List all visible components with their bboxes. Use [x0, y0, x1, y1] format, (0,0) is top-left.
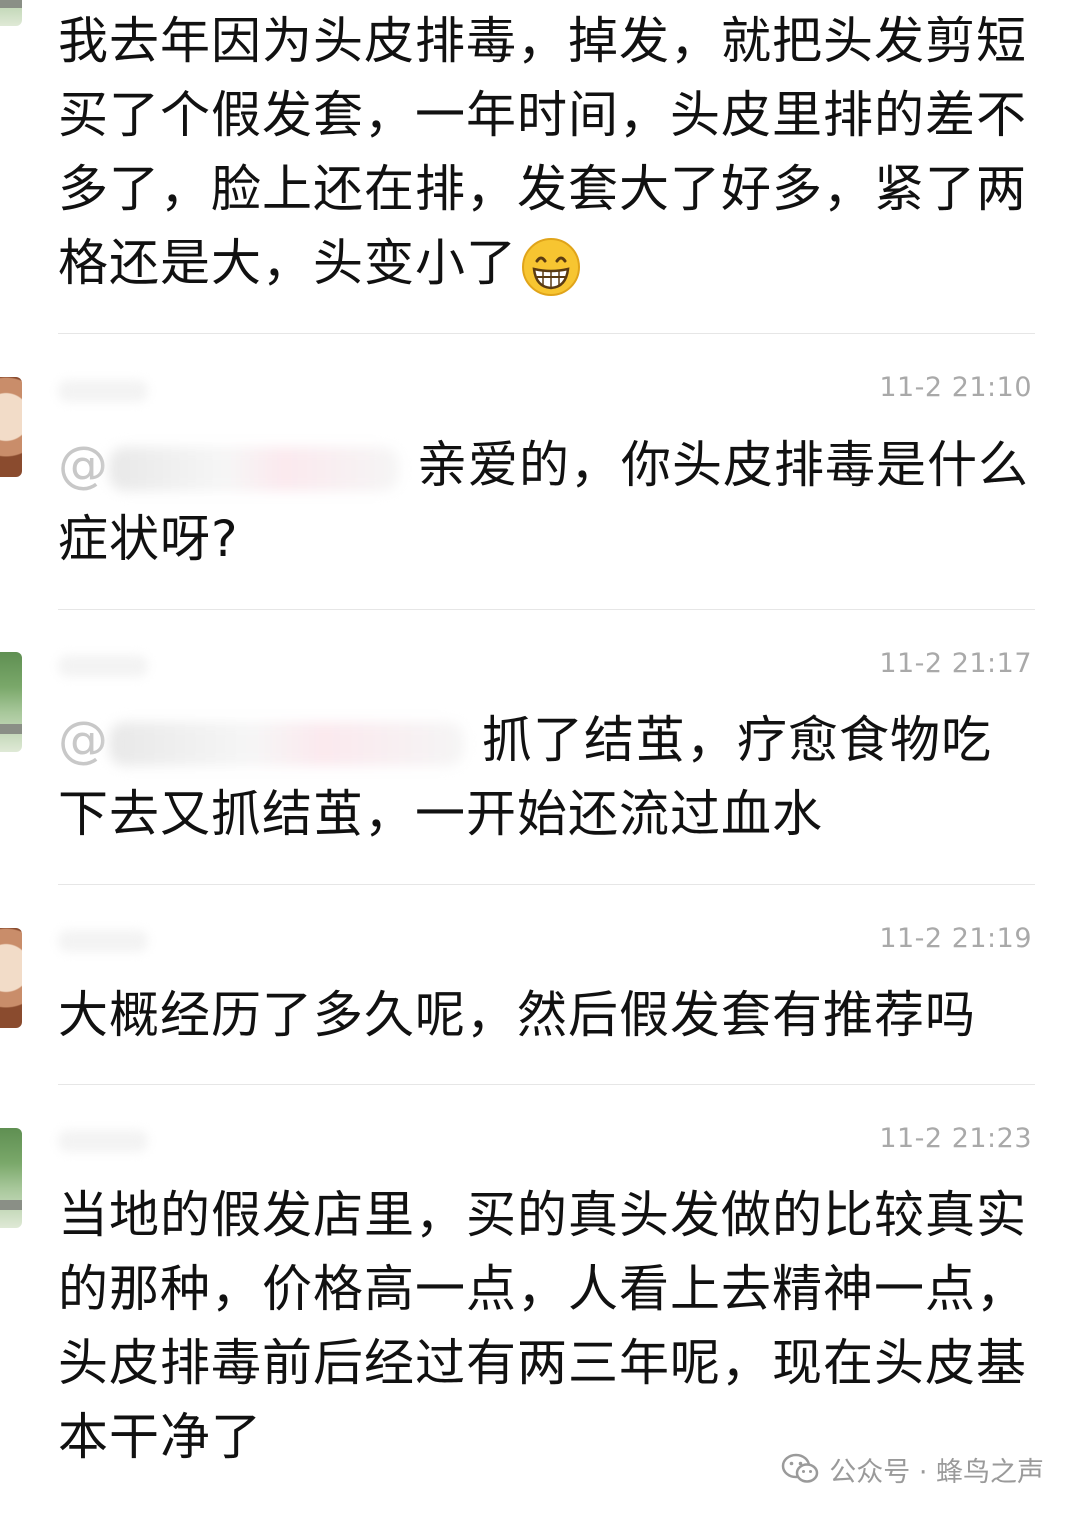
commenter-name-blurred[interactable] — [58, 655, 148, 677]
commenter-name-blurred[interactable] — [58, 1130, 148, 1152]
grinning-face-icon — [522, 237, 580, 296]
comment-text: @ 亲爱的，你头皮排毒是什么症状呀? — [58, 436, 1029, 568]
divider — [58, 609, 1035, 610]
mention-blurred[interactable] — [109, 721, 464, 766]
avatar[interactable] — [0, 1128, 22, 1228]
comment-time: 11-2 21:19 — [879, 923, 1032, 954]
avatar[interactable] — [0, 928, 22, 1028]
comment-text: @ 抓了结茧，疗愈食物吃下去又抓结茧，一开始还流过血水 — [58, 711, 992, 843]
divider — [58, 1084, 1035, 1085]
watermark-text: 公众号 · 蜂鸟之声 — [829, 1456, 1044, 1488]
comment-text: 当地的假发店里，买的真头发做的比较真实的那种，价格高一点，人看上去精神一点，头皮… — [58, 1186, 1027, 1466]
avatar[interactable] — [0, 377, 22, 477]
watermark: 公众号 · 蜂鸟之声 — [781, 1449, 1044, 1489]
divider — [58, 333, 1035, 334]
comment-time: 11-2 21:23 — [879, 1123, 1032, 1154]
comment-text: 大概经历了多久呢，然后假发套有推荐吗 — [58, 986, 976, 1044]
wechat-icon — [782, 1453, 819, 1483]
divider — [58, 884, 1035, 885]
comment-time: 11-2 21:17 — [879, 648, 1032, 679]
mention-blurred[interactable] — [109, 446, 399, 491]
avatar[interactable] — [0, 652, 22, 752]
avatar[interactable] — [0, 0, 22, 26]
comment-time: 11-2 21:10 — [879, 372, 1032, 403]
commenter-name-blurred[interactable] — [58, 930, 148, 952]
comment-text: 我去年因为头皮排毒，掉发，就把头发剪短买了个假发套，一年时间，头皮里排的差不多了… — [58, 4, 1033, 300]
commenter-name-blurred[interactable] — [58, 380, 148, 402]
